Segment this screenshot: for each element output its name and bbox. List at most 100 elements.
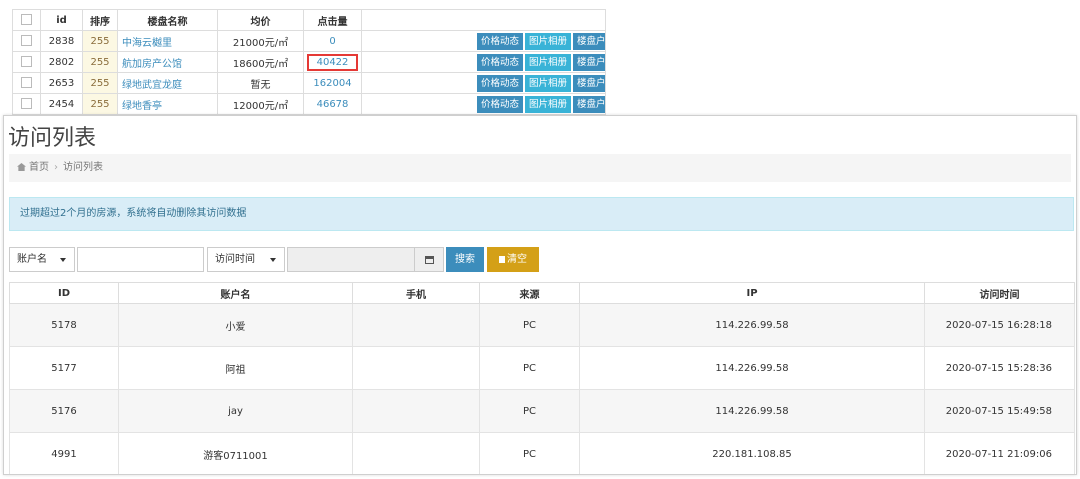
row-name-link[interactable]: 航加房产公馆 <box>117 51 218 73</box>
cell-visit-time: 2020-07-15 15:49:58 <box>924 389 1075 433</box>
calendar-button[interactable] <box>414 247 444 272</box>
cell-id: 5177 <box>9 346 119 390</box>
header-info: 信息 <box>361 9 605 31</box>
row-checkbox[interactable] <box>12 72 41 94</box>
row-id: 2802 <box>40 51 83 73</box>
cell-visit-time: 2020-07-15 15:28:36 <box>924 346 1075 390</box>
row-clicks[interactable]: 46678 <box>303 93 362 115</box>
calendar-icon <box>425 256 434 264</box>
cell-phone <box>352 432 480 474</box>
floor-plan-button[interactable]: 楼盘户型 <box>572 53 605 71</box>
row-name-link[interactable]: 绿地香亭 <box>117 93 218 115</box>
cell-source: PC <box>479 303 580 347</box>
filter-bar: 账户名 访问时间 搜索 清空 <box>9 247 1074 272</box>
cell-id: 5176 <box>9 389 119 433</box>
row-id: 2454 <box>40 93 83 115</box>
floor-plan-button[interactable]: 楼盘户型 <box>572 95 605 113</box>
row-price: 暂无 <box>217 72 304 94</box>
row-checkbox[interactable] <box>12 30 41 52</box>
floor-plan-button[interactable]: 楼盘户型 <box>572 74 605 92</box>
cell-ip: 220.181.108.85 <box>579 432 925 474</box>
price-trend-button[interactable]: 价格动态 <box>476 32 523 50</box>
row-checkbox[interactable] <box>12 51 41 73</box>
visit-list-panel: 访问列表 首页 › 访问列表 过期超过2个月的房源，系统将自动删除其访问数据 账户名… <box>3 115 1077 475</box>
header-phone[interactable]: 手机 <box>352 282 480 304</box>
cell-id: 5178 <box>9 303 119 347</box>
cell-source: PC <box>479 346 580 390</box>
keyword-input[interactable] <box>77 247 204 272</box>
row-actions: 价格动态图片相册楼盘户型优惠 <box>361 51 605 73</box>
header-ip[interactable]: IP <box>579 282 925 304</box>
floor-plan-button[interactable]: 楼盘户型 <box>572 32 605 50</box>
row-sort[interactable]: 255 <box>82 30 118 52</box>
search-button[interactable]: 搜索 <box>446 247 484 272</box>
photo-album-button[interactable]: 图片相册 <box>524 74 571 92</box>
photo-album-button[interactable]: 图片相册 <box>524 32 571 50</box>
price-trend-button[interactable]: 价格动态 <box>476 74 523 92</box>
row-sort[interactable]: 255 <box>82 72 118 94</box>
highlight-box: 40422 <box>306 53 359 71</box>
header-visit-time[interactable]: 访问时间 <box>924 282 1075 304</box>
cell-ip: 114.226.99.58 <box>579 346 925 390</box>
breadcrumb-separator-icon: › <box>54 162 58 173</box>
home-icon <box>17 163 26 171</box>
cell-source: PC <box>479 389 580 433</box>
cell-source: PC <box>479 432 580 474</box>
breadcrumb-current: 访问列表 <box>63 162 103 173</box>
header-account[interactable]: 账户名 <box>118 282 353 304</box>
caret-down-icon <box>60 258 66 262</box>
trash-icon <box>499 256 505 263</box>
row-name-link[interactable]: 中海云樾里 <box>117 30 218 52</box>
row-clicks[interactable]: 162004 <box>303 72 362 94</box>
cell-visit-time: 2020-07-11 21:09:06 <box>924 432 1075 474</box>
table-row: 4991 游客0711001 PC 220.181.108.85 2020-07… <box>9 432 1075 474</box>
row-price: 21000元/㎡ <box>217 30 304 52</box>
header-name: 楼盘名称 <box>117 9 218 31</box>
row-price: 18600元/㎡ <box>217 51 304 73</box>
table-row: 2838 255 中海云樾里 21000元/㎡ 0 价格动态图片相册楼盘户型优惠 <box>12 30 605 52</box>
price-trend-button[interactable]: 价格动态 <box>476 53 523 71</box>
photo-album-button[interactable]: 图片相册 <box>524 95 571 113</box>
row-actions: 价格动态图片相册楼盘户型优惠 <box>361 93 605 115</box>
clear-button[interactable]: 清空 <box>487 247 539 272</box>
cell-visit-time: 2020-07-15 16:28:18 <box>924 303 1075 347</box>
table-row: 2802 255 航加房产公馆 18600元/㎡ 40422 价格动态 图片相册楼… <box>12 51 605 73</box>
breadcrumb: 首页 › 访问列表 <box>9 154 1071 182</box>
property-table-snippet: id 排序 楼盘名称 均价 点击量 信息 2838 255 中海云樾里 2100… <box>12 9 606 119</box>
photo-album-button[interactable]: 图片相册 <box>524 53 571 71</box>
cell-account: 小爱 <box>118 303 353 347</box>
row-checkbox[interactable] <box>12 93 41 115</box>
visit-table: ID 账户名 手机 来源 IP 访问时间 5178 小爱 PC 114.226.… <box>9 282 1075 474</box>
field-select-value: 账户名 <box>17 254 47 265</box>
header-sort: 排序 <box>82 9 118 31</box>
breadcrumb-home-link[interactable]: 首页 <box>29 162 49 173</box>
table-row: 5178 小爱 PC 114.226.99.58 2020-07-15 16:2… <box>9 303 1075 347</box>
row-clicks[interactable]: 0 <box>303 30 362 52</box>
row-actions: 价格动态图片相册楼盘户型优惠 <box>361 72 605 94</box>
header-clicks: 点击量 <box>303 9 362 31</box>
field-select[interactable]: 账户名 <box>9 247 75 272</box>
header-source[interactable]: 来源 <box>479 282 580 304</box>
time-select[interactable]: 访问时间 <box>207 247 285 272</box>
caret-down-icon <box>270 258 276 262</box>
cell-ip: 114.226.99.58 <box>579 389 925 433</box>
header-id: id <box>40 9 83 31</box>
date-range-input[interactable] <box>287 247 415 272</box>
table-row: 2454 255 绿地香亭 12000元/㎡ 46678 价格动态 图片相册 楼盘户… <box>12 93 605 115</box>
cell-phone <box>352 389 480 433</box>
visit-table-header: ID 账户名 手机 来源 IP 访问时间 <box>9 282 1075 304</box>
cell-account: 阿祖 <box>118 346 353 390</box>
page-title: 访问列表 <box>8 126 97 151</box>
row-id: 2838 <box>40 30 83 52</box>
row-name-link[interactable]: 绿地武宜龙庭 <box>117 72 218 94</box>
header-price: 均价 <box>217 9 304 31</box>
select-all-checkbox[interactable] <box>12 9 41 31</box>
cell-account: jay <box>118 389 353 433</box>
header-id[interactable]: ID <box>9 282 119 304</box>
clear-label: 清空 <box>507 254 527 265</box>
info-notice: 过期超过2个月的房源，系统将自动删除其访问数据 <box>9 197 1074 231</box>
row-sort[interactable]: 255 <box>82 93 118 115</box>
row-clicks-highlighted[interactable]: 40422 <box>303 51 362 73</box>
row-sort[interactable]: 255 <box>82 51 118 73</box>
price-trend-button[interactable]: 价格动态 <box>476 95 523 113</box>
